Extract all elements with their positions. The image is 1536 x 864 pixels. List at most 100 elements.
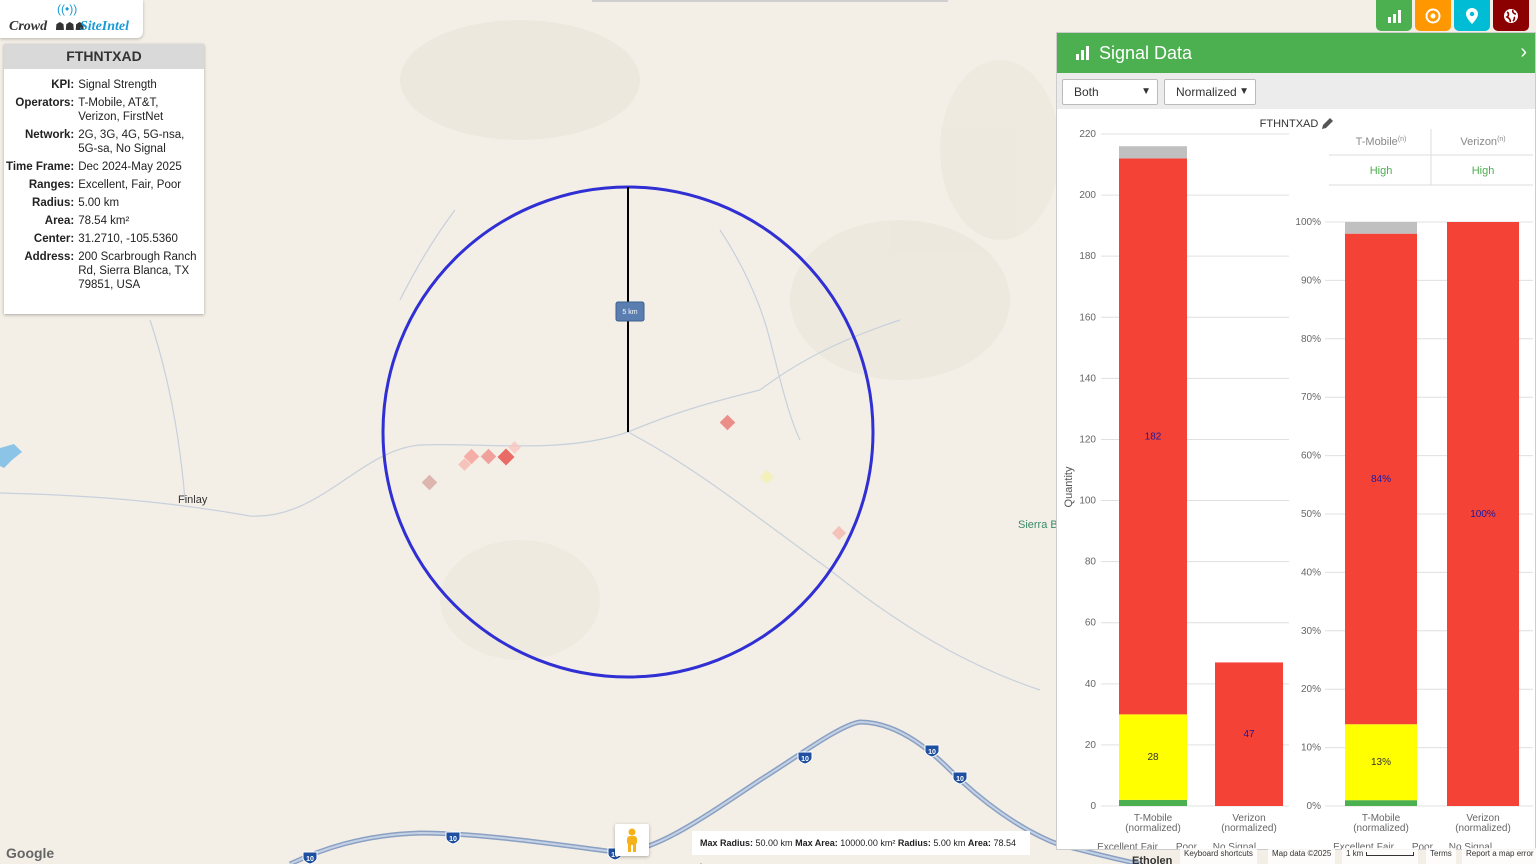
radius-label[interactable]: 5 km (615, 301, 645, 322)
chevron-right-icon[interactable]: › (1520, 41, 1527, 64)
y-tick-label: 0% (1307, 801, 1322, 812)
operator-header: T-Mobile(n) (1356, 136, 1407, 148)
confidence-level: High (1370, 165, 1393, 177)
signal-markers (421, 414, 847, 541)
signal-chart: FTHNTXAD 0 20 40 60 80 100 120 140 160 180 200 220 Qu… (1063, 118, 1533, 849)
bar-segment-excellent (1345, 800, 1417, 806)
y-tick-label: 70% (1301, 392, 1321, 403)
terms-link[interactable]: Terms (1426, 848, 1456, 864)
signal-panel-controls: Both ▼ Normalized ▼ (1057, 73, 1535, 109)
bar-segment-excellent (1119, 799, 1187, 806)
y-tick-label: 160 (1079, 312, 1096, 323)
legend-label: Excellent (1097, 842, 1138, 849)
operator-select[interactable]: Both ▼ (1062, 79, 1158, 105)
y-tick-label: 10% (1301, 743, 1321, 754)
info-row-network: Network: 2G, 3G, 4G, 5G-nsa, 5G-sa, No Si… (24, 129, 185, 155)
info-row-radius: Radius: 5.00 km (32, 197, 120, 209)
info-row-ranges: Ranges: Excellent, Fair, Poor (28, 179, 182, 191)
x-tick-label: (normalized) (1221, 823, 1277, 834)
y-tick-label: 100% (1295, 217, 1321, 228)
legend-label: Fair (1141, 842, 1159, 849)
y-tick-label: 100 (1079, 496, 1096, 507)
chevron-down-icon: ▼ (1239, 86, 1249, 97)
bar-data-label: 100% (1470, 509, 1496, 520)
location-button[interactable] (1454, 0, 1490, 31)
chart-icon (1388, 9, 1401, 23)
water-body (0, 444, 22, 468)
x-tick-label: (normalized) (1455, 823, 1511, 834)
svg-text:10: 10 (449, 836, 457, 843)
top-search-strip[interactable] (592, 0, 948, 2)
svg-text:5 km: 5 km (622, 309, 637, 316)
bar-data-label: 28 (1147, 752, 1159, 763)
keyboard-shortcuts-link[interactable]: Keyboard shortcuts (1180, 848, 1257, 864)
chevron-down-icon: ▼ (1141, 86, 1151, 97)
map-scale[interactable]: 1 km (1342, 848, 1418, 864)
y-tick-label: 40% (1301, 567, 1321, 578)
map-place-sierra-blanca: Sierra B (1018, 519, 1058, 531)
chart-icon (1076, 46, 1089, 60)
y-tick-label: 90% (1301, 275, 1321, 286)
y-tick-label: 20 (1085, 740, 1097, 751)
pegman-icon (627, 828, 637, 852)
street-view-pegman[interactable] (615, 824, 649, 856)
site-info-panel: FTHNTXAD KPI: Signal Strength Operators: T… (4, 44, 204, 314)
signal-panel-title: Signal Data (1099, 42, 1193, 63)
x-tick-label: (normalized) (1125, 823, 1181, 834)
y-tick-label: 140 (1079, 373, 1096, 384)
info-row-address: Address: 200 Scarbrough Ranch Rd, Sierra … (24, 251, 197, 291)
logo-crowd-text: Crowd (9, 19, 48, 34)
bar-data-label: 13% (1371, 757, 1391, 768)
max-radius-bar: Max Radius: 50.00 km Max Area: 10000.00 … (692, 831, 1030, 864)
y-tick-label: 30% (1301, 626, 1321, 637)
y-tick-label: 200 (1079, 190, 1096, 201)
signal-data-button[interactable] (1376, 0, 1412, 31)
mode-select[interactable]: Normalized ▼ (1164, 79, 1256, 105)
info-row-timeframe: Time Frame: Dec 2024-May 2025 (6, 161, 182, 173)
globe-icon (1504, 8, 1518, 23)
svg-text:10: 10 (306, 856, 314, 863)
site-title: FTHNTXAD (4, 44, 204, 69)
operator-header: Verizon(n) (1460, 136, 1505, 148)
y-tick-label: 60 (1085, 618, 1097, 629)
app-logo[interactable]: ((•)) Crowd ☗☗☗ SiteIntel (0, 0, 143, 38)
svg-text:10: 10 (928, 749, 936, 756)
info-row-operators: Operators: T-Mobile, AT&T, Verizon, First… (15, 97, 164, 123)
map-place-etholen: Etholen (1132, 855, 1173, 864)
info-row-center: Center: 31.2710, -105.5360 (33, 233, 178, 245)
radius-button[interactable] (1415, 0, 1451, 31)
report-map-error-link[interactable]: Report a map error (1462, 848, 1536, 864)
site-info-table: KPI: Signal Strength Operators: T-Mobile, … (4, 77, 204, 295)
chart-title: FTHNTXAD (1260, 118, 1319, 130)
y-tick-label: 50% (1301, 509, 1321, 520)
info-row-area: Area: 78.54 km² (44, 215, 130, 227)
y-tick-label: 60% (1301, 451, 1321, 462)
bar-segment-no-signal (1119, 146, 1187, 159)
svg-text:10: 10 (956, 776, 964, 783)
tower-icon: ((•)) (57, 2, 78, 16)
y-tick-label: 80% (1301, 334, 1321, 345)
y-tick-label: 220 (1079, 129, 1096, 140)
terrain-shading (400, 20, 1060, 660)
bar-data-label: 182 (1145, 431, 1162, 442)
y-tick-label: 180 (1079, 251, 1096, 262)
y-tick-label: 20% (1301, 684, 1321, 695)
bar-data-label: 47 (1243, 729, 1255, 740)
google-logo: Google (6, 845, 55, 861)
logo-site-text: SiteIntel (80, 19, 130, 34)
bar-data-label: 84% (1371, 474, 1391, 485)
target-icon (1425, 8, 1441, 23)
x-tick-label: (normalized) (1353, 823, 1409, 834)
svg-text:10: 10 (801, 756, 809, 763)
globe-button[interactable] (1493, 0, 1529, 31)
signal-panel-header: Signal Data › (1057, 33, 1535, 73)
map-data-text: Map data ©2025 (1268, 848, 1336, 864)
confidence-level: High (1472, 165, 1495, 177)
y-tick-label: 80 (1085, 557, 1097, 568)
signal-data-panel: Signal Data › Both ▼ Normalized ▼ FTHNTXAD… (1056, 32, 1536, 850)
bar-segment-no-signal (1345, 222, 1417, 234)
y-tick-label: 40 (1085, 679, 1097, 690)
info-row-kpi: KPI: Signal Strength (51, 79, 157, 91)
pencil-icon (1322, 118, 1333, 129)
y-tick-label: 120 (1079, 434, 1096, 445)
